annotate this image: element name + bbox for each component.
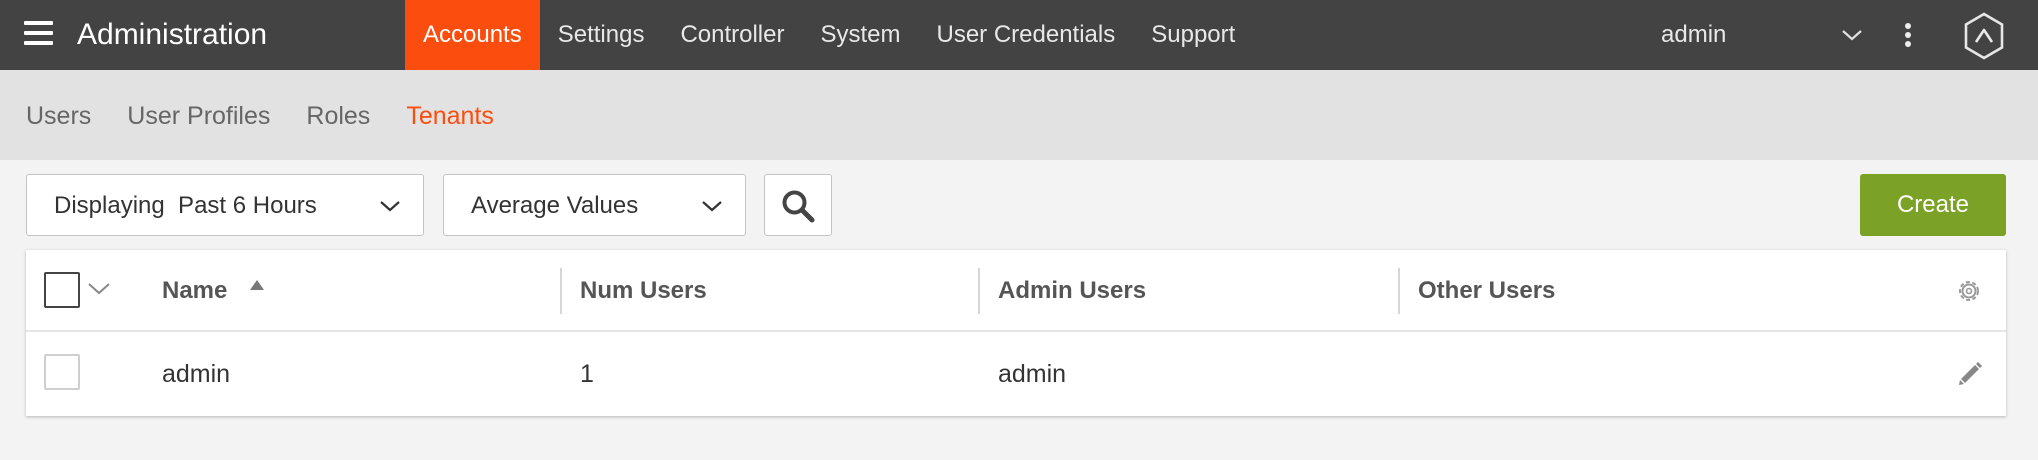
column-resize-handle[interactable] xyxy=(560,268,562,314)
top-nav-controller[interactable]: Controller xyxy=(662,0,802,70)
time-range-dropdown[interactable]: Displaying Past 6 Hours xyxy=(26,174,424,236)
hamburger-icon[interactable] xyxy=(24,20,54,50)
column-header-name[interactable]: Name xyxy=(162,250,227,332)
row-checkbox[interactable] xyxy=(44,354,80,390)
sub-nav-bar: Users User Profiles Roles Tenants xyxy=(0,70,2038,160)
top-nav: Accounts Settings Controller System User… xyxy=(405,0,1253,70)
top-nav-settings[interactable]: Settings xyxy=(540,0,663,70)
chevron-down-icon[interactable] xyxy=(86,280,112,298)
app-title: Administration xyxy=(77,18,268,51)
top-nav-user-credentials[interactable]: User Credentials xyxy=(919,0,1134,70)
table-row[interactable]: admin 1 admin xyxy=(26,332,2006,416)
column-header-other-users[interactable]: Other Users xyxy=(1418,250,1555,332)
create-button[interactable]: Create xyxy=(1860,174,2006,236)
column-header-num-users[interactable]: Num Users xyxy=(580,250,707,332)
sort-asc-icon[interactable] xyxy=(249,279,265,291)
column-resize-handle[interactable] xyxy=(978,268,980,314)
sub-nav-users[interactable]: Users xyxy=(26,70,91,160)
search-icon xyxy=(782,190,815,223)
sub-nav: Users User Profiles Roles Tenants xyxy=(26,70,530,160)
top-nav-system[interactable]: System xyxy=(802,0,918,70)
gear-icon[interactable] xyxy=(1954,276,1984,306)
cell-num-users: 1 xyxy=(580,360,594,388)
chevron-down-icon[interactable] xyxy=(1840,26,1864,44)
brand-logo[interactable] xyxy=(1962,12,2006,60)
sub-nav-roles[interactable]: Roles xyxy=(306,70,370,160)
cell-admin-users: admin xyxy=(998,360,1067,388)
select-all-checkbox[interactable] xyxy=(44,272,80,308)
pencil-icon[interactable] xyxy=(1956,360,1984,388)
sub-nav-tenants[interactable]: Tenants xyxy=(406,70,494,160)
top-nav-support[interactable]: Support xyxy=(1133,0,1253,70)
table-header: Name Num Users Admin Users Other Users xyxy=(26,250,2006,332)
search-button[interactable] xyxy=(764,174,832,236)
values-mode-value: Average Values xyxy=(471,192,639,219)
values-mode-dropdown[interactable]: Average Values xyxy=(443,174,746,236)
time-range-value: Displaying Past 6 Hours xyxy=(54,192,317,219)
sub-nav-user-profiles[interactable]: User Profiles xyxy=(127,70,270,160)
column-resize-handle[interactable] xyxy=(1398,268,1400,314)
column-header-admin-users[interactable]: Admin Users xyxy=(998,250,1146,332)
top-bar: Administration Accounts Settings Control… xyxy=(0,0,2038,70)
user-menu-name[interactable]: admin xyxy=(1661,0,1726,70)
top-nav-accounts[interactable]: Accounts xyxy=(405,0,540,70)
tenants-table: Name Num Users Admin Users Other Users a… xyxy=(26,250,2006,416)
kebab-menu-icon[interactable] xyxy=(1900,22,1916,50)
cell-name: admin xyxy=(162,360,231,388)
chevron-down-icon xyxy=(380,201,400,212)
chevron-down-icon xyxy=(702,201,722,212)
